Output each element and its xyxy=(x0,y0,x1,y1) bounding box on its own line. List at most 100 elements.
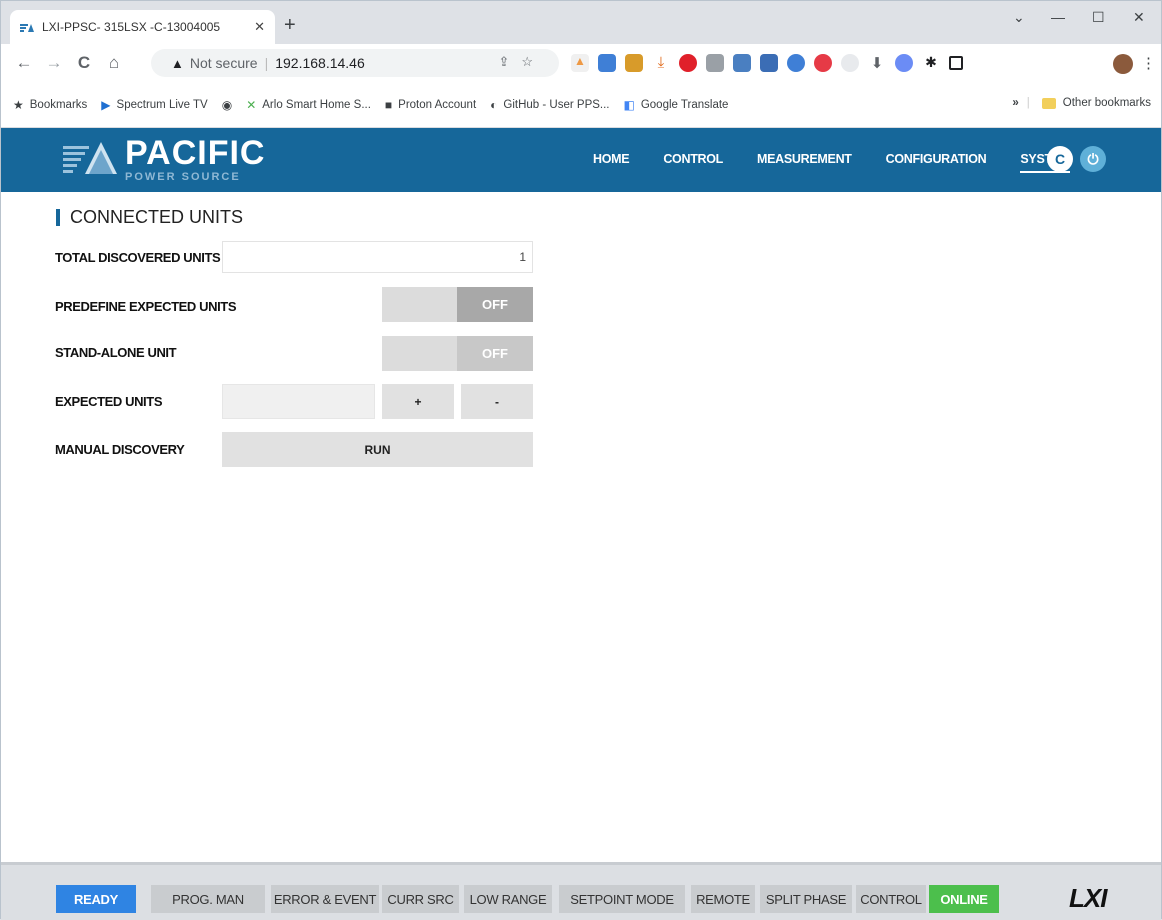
star-icon: ★ xyxy=(13,97,24,112)
bookmarks-right: » | Other bookmarks xyxy=(1012,97,1151,109)
bookmark-label: Proton Account xyxy=(398,98,477,111)
stand-alone-toggle[interactable]: OFF xyxy=(382,336,533,371)
tab-strip: LXI-PPSC- 315LSX -C-13004005 ✕ + ⌄ — ☐ ✕ xyxy=(1,1,1161,44)
status-prog-man: PROG. MAN xyxy=(151,885,265,913)
extension-icon[interactable] xyxy=(733,54,751,72)
section-title: CONNECTED UNITS xyxy=(70,207,244,227)
bookmark-label: Spectrum Live TV xyxy=(116,98,208,111)
status-error-event: ERROR & EVENT xyxy=(271,885,379,913)
other-bookmarks[interactable]: Other bookmarks xyxy=(1063,97,1151,109)
folder-icon xyxy=(1041,97,1056,109)
bookmark-spectrum[interactable]: ▶ Spectrum Live TV xyxy=(101,98,207,112)
opera-icon[interactable] xyxy=(679,54,697,72)
total-discovered-label: TOTAL DISCOVERED UNITS xyxy=(55,250,221,265)
predefine-expected-toggle[interactable]: OFF xyxy=(382,287,533,322)
minimize-button[interactable]: — xyxy=(1051,9,1065,25)
expected-units-label: EXPECTED UNITS xyxy=(55,394,163,409)
play-icon: ▶ xyxy=(101,97,111,112)
bookmark-label: Arlo Smart Home S... xyxy=(262,98,371,111)
tab-close-icon[interactable]: ✕ xyxy=(254,19,265,35)
bookmark-arlo[interactable]: ✕ Arlo Smart Home S... xyxy=(246,98,371,112)
bookmark-label: Bookmarks xyxy=(29,98,88,111)
tab-title: LXI-PPSC- 315LSX -C-13004005 xyxy=(42,20,221,34)
toggle-knob: OFF xyxy=(457,336,533,371)
close-window-button[interactable]: ✕ xyxy=(1133,9,1145,26)
extension-icon[interactable] xyxy=(706,54,724,72)
status-ready: READY xyxy=(56,885,136,913)
main-nav: HOME CONTROL MEASUREMENT CONFIGURATION S… xyxy=(593,152,1104,173)
extension-icon[interactable] xyxy=(841,54,859,72)
expected-units-field[interactable] xyxy=(222,384,375,419)
app-header: PACIFIC POWER SOURCE HOME CONTROL MEASUR… xyxy=(1,128,1161,192)
browser-tab[interactable]: LXI-PPSC- 315LSX -C-13004005 ✕ xyxy=(10,10,275,44)
browser-toolbar: ← → C ⌂ ▲ Not secure | 192.168.14.46 ⇪☆ … xyxy=(1,44,1161,82)
status-curr-src: CURR SRC xyxy=(382,885,459,913)
back-button[interactable]: ← xyxy=(11,53,37,73)
menu-kebab-icon[interactable]: ⋮ xyxy=(1141,54,1156,72)
new-tab-button[interactable]: + xyxy=(284,15,296,35)
download-icon[interactable]: ⤓ xyxy=(652,54,670,72)
nav-control[interactable]: CONTROL xyxy=(663,152,723,166)
nav-measurement[interactable]: MEASUREMENT xyxy=(757,152,852,166)
logo-mark-icon xyxy=(61,138,117,182)
home-button[interactable]: ⌂ xyxy=(101,53,127,73)
tab-search-icon[interactable]: ⌄ xyxy=(1013,9,1025,26)
extensions-area: ▲ ⤓ ⬇ ✱ xyxy=(571,54,963,72)
bookmark-globe[interactable]: ◉ xyxy=(222,98,232,112)
section-header: CONNECTED UNITS xyxy=(56,207,243,228)
address-bar[interactable]: ▲ Not secure | 192.168.14.46 ⇪☆ xyxy=(151,49,559,77)
stand-alone-label: STAND-ALONE UNIT xyxy=(55,345,177,360)
refresh-button[interactable]: C xyxy=(1047,146,1073,172)
status-low-range: LOW RANGE xyxy=(464,885,552,913)
bookmark-label: GitHub - User PPS... xyxy=(503,98,610,111)
extension-icon[interactable] xyxy=(625,54,643,72)
share-bookmark-icons[interactable]: ⇪☆ xyxy=(498,54,545,70)
tab-favicon-icon xyxy=(20,22,34,32)
extension-icon[interactable]: ▲ xyxy=(571,54,589,72)
warning-icon: ▲ xyxy=(171,55,184,71)
translate-icon: ◧ xyxy=(623,97,635,112)
security-label: Not secure xyxy=(189,55,258,71)
bookmarks-overflow-button[interactable]: » xyxy=(1012,97,1018,109)
brand-subtitle: POWER SOURCE xyxy=(125,171,241,183)
extension-icon[interactable] xyxy=(598,54,616,72)
status-remote: REMOTE xyxy=(691,885,755,913)
extension-icon[interactable] xyxy=(895,54,913,72)
profile-avatar[interactable] xyxy=(1113,54,1133,74)
status-setpoint-mode: SETPOINT MODE xyxy=(559,885,685,913)
url-separator: | xyxy=(264,55,269,71)
status-control: CONTROL xyxy=(856,885,926,913)
url-text[interactable]: 192.168.14.46 xyxy=(275,55,365,71)
pacific-logo[interactable]: PACIFIC POWER SOURCE xyxy=(61,136,265,183)
status-bar: READY PROG. MAN ERROR & EVENT CURR SRC L… xyxy=(1,862,1161,920)
manual-discovery-label: MANUAL DISCOVERY xyxy=(55,442,185,457)
power-button[interactable]: ⏻ xyxy=(1080,146,1106,172)
bookmark-github[interactable]: ◐ GitHub - User PPS... xyxy=(490,98,609,112)
extension-icon[interactable] xyxy=(760,54,778,72)
brand-name: PACIFIC xyxy=(125,134,266,172)
run-button[interactable]: RUN xyxy=(222,432,533,467)
download-arrow-icon[interactable]: ⬇ xyxy=(868,54,886,72)
bookmark-translate[interactable]: ◧ Google Translate xyxy=(624,98,729,112)
proton-icon: ■ xyxy=(384,97,393,112)
nav-home[interactable]: HOME xyxy=(593,152,630,166)
puzzle-icon[interactable]: ✱ xyxy=(922,54,940,72)
nav-configuration[interactable]: CONFIGURATION xyxy=(886,152,987,166)
main-content: CONNECTED UNITS TOTAL DISCOVERED UNITS 1… xyxy=(1,192,1161,862)
predefine-expected-label: PREDEFINE EXPECTED UNITS xyxy=(55,299,237,314)
reload-button[interactable]: C xyxy=(71,53,97,73)
forward-button[interactable]: → xyxy=(41,53,67,73)
sidepanel-icon[interactable] xyxy=(949,56,963,70)
divider: | xyxy=(1026,97,1030,109)
extension-icon[interactable] xyxy=(787,54,805,72)
lxi-logo: LXI xyxy=(1069,883,1107,913)
bookmark-bookmarks[interactable]: ★ Bookmarks xyxy=(13,98,87,112)
adblock-icon[interactable] xyxy=(814,54,832,72)
bookmark-proton[interactable]: ■ Proton Account xyxy=(385,98,476,112)
increment-button[interactable]: + xyxy=(382,384,454,419)
logo-text: PACIFIC POWER SOURCE xyxy=(125,136,265,183)
browser-window: LXI-PPSC- 315LSX -C-13004005 ✕ + ⌄ — ☐ ✕… xyxy=(0,0,1162,920)
maximize-button[interactable]: ☐ xyxy=(1092,9,1105,26)
toggle-knob: OFF xyxy=(457,287,533,322)
decrement-button[interactable]: - xyxy=(461,384,533,419)
